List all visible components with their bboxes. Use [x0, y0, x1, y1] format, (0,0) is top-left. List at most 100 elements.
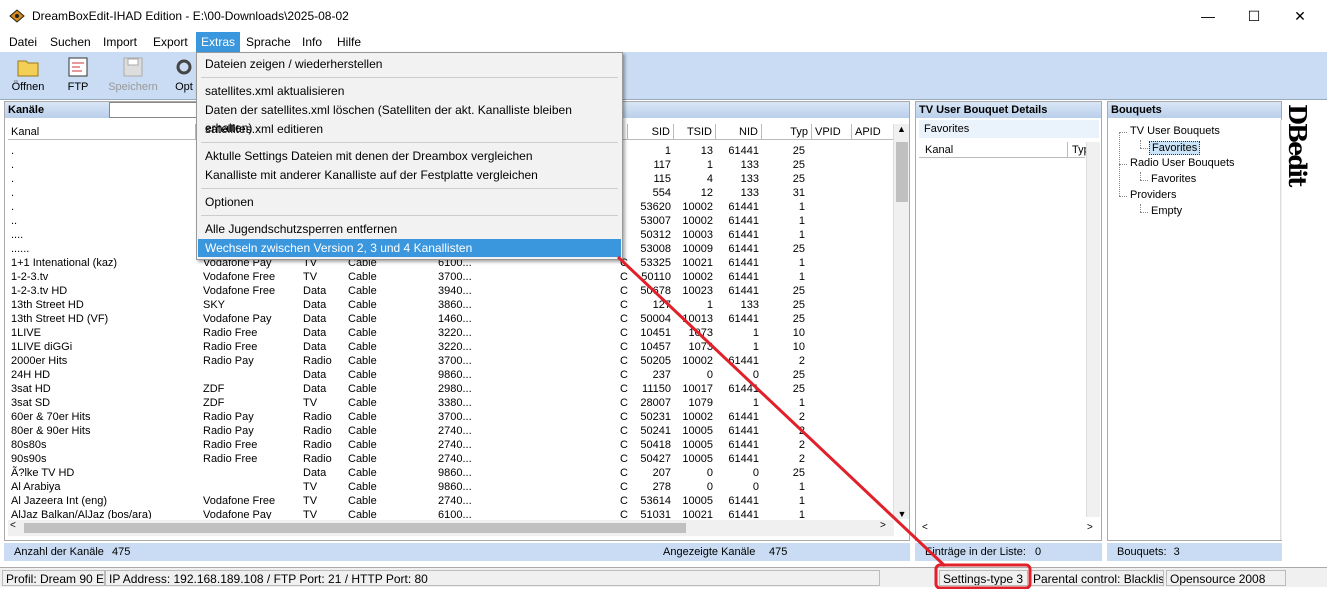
cell-typ: 2 — [798, 425, 805, 437]
menu-info[interactable]: Info — [297, 32, 327, 52]
cell-source: Cable — [348, 495, 377, 507]
menu-delete-satellites[interactable]: Daten der satellites.xml löschen (Satell… — [198, 101, 621, 135]
cell-source: Cable — [348, 271, 377, 283]
menu-remove-parental-locks[interactable]: Alle Jugendschutzsperren entfernen — [198, 220, 621, 238]
table-row[interactable]: 90s90s Radio Free Radio Cable 2740... C 50427 1… — [8, 452, 894, 466]
cell-kanal: 13th Street HD — [11, 299, 84, 311]
table-row[interactable]: 80er & 90er Hits Radio Pay Radio Cable 2740.… — [8, 424, 894, 438]
tree-tv-user-bouquets[interactable]: TV User Bouquets — [1130, 125, 1220, 137]
cell-sid: 28007 — [640, 397, 671, 409]
options-button[interactable]: Opt — [172, 54, 196, 98]
menu-options[interactable]: Optionen — [198, 193, 621, 211]
table-row[interactable]: 1LIVE Radio Free Data Cable 3220... C 10451 107… — [8, 326, 894, 340]
close-button[interactable]: ✕ — [1277, 0, 1323, 32]
cell-provider: Radio Pay — [203, 425, 254, 437]
cell-tsid: 1 — [706, 299, 713, 311]
menu-extras[interactable]: Extras — [196, 32, 241, 52]
dbedit-logo: DBedit — [1283, 104, 1312, 186]
table-row[interactable]: 1-2-3.tv HD Vodafone Free Data Cable 3940...… — [8, 284, 894, 298]
scroll-down-icon[interactable]: ▼ — [894, 509, 910, 519]
channel-search-input[interactable] — [109, 102, 201, 118]
channel-count: 475 — [112, 546, 131, 558]
cell-freq: 3220... — [438, 327, 472, 339]
tree-radio-favorites[interactable]: Favorites — [1151, 173, 1196, 185]
scroll-left-icon[interactable]: < — [10, 520, 16, 531]
cell-nid: 61441 — [728, 229, 759, 241]
table-row[interactable]: 1-2-3.tv Vodafone Free TV Cable 3700... C 5011… — [8, 270, 894, 284]
table-row[interactable]: 60er & 70er Hits Radio Pay Radio Cable 3700.… — [8, 410, 894, 424]
column-kanal[interactable]: Kanal — [8, 124, 196, 140]
cell-nid: 133 — [740, 173, 759, 185]
table-row[interactable]: Al Arabiya TV Cable 9860... C 278 0 0 1 — [8, 480, 894, 494]
cell-tsid: 1073 — [688, 341, 713, 353]
cell-type: Radio — [303, 453, 332, 465]
channel-vertical-scrollbar[interactable]: ▲ ▼ — [893, 124, 909, 519]
column-vpid[interactable]: VPID — [812, 124, 852, 140]
menu-compare-dreambox[interactable]: Aktulle Settings Dateien mit denen der D… — [198, 147, 621, 165]
bouquet-scroll-right-icon[interactable]: > — [1087, 522, 1093, 533]
bouquet-col-kanal[interactable]: Kanal — [925, 142, 953, 158]
table-row[interactable]: 13th Street HD (VF) Vodafone Pay Data Cable… — [8, 312, 894, 326]
scroll-up-icon[interactable]: ▲ — [894, 124, 909, 134]
menu-compare-disk[interactable]: Kanalliste mit anderer Kanalliste auf de… — [198, 166, 621, 184]
channel-horizontal-scrollbar[interactable]: < > — [8, 520, 894, 536]
table-row[interactable]: Ã?lke TV HD Data Cable 9860... C 207 0 0 25 — [8, 466, 894, 480]
menu-sprache[interactable]: Sprache — [241, 32, 296, 52]
column-tsid[interactable]: TSID — [674, 124, 716, 140]
cell-type: TV — [303, 481, 318, 493]
cell-tsid: 10003 — [682, 229, 713, 241]
cell-sid: 50205 — [640, 355, 671, 367]
menu-export[interactable]: Export — [148, 32, 193, 52]
table-row[interactable]: 3sat SD ZDF TV Cable 3380... C 28007 1079 1 1 — [8, 396, 894, 410]
cell-sid: 50312 — [640, 229, 671, 241]
column-nid[interactable]: NID — [716, 124, 762, 140]
menu-edit-satellites[interactable]: satellites.xml editieren — [198, 120, 621, 138]
scroll-thumb[interactable] — [896, 142, 908, 202]
hscroll-thumb[interactable] — [24, 523, 686, 533]
cell-nid: 61441 — [728, 383, 759, 395]
save-button[interactable]: Speichern — [105, 54, 161, 98]
minimize-button[interactable]: — — [1185, 0, 1231, 32]
table-row[interactable]: 24H HD Data Cable 9860... C 237 0 0 25 — [8, 368, 894, 382]
cell-type: Radio — [303, 439, 332, 451]
tree-providers[interactable]: Providers — [1130, 189, 1176, 201]
table-row[interactable]: 1LIVE diGGi Radio Free Data Cable 3220... C 10… — [8, 340, 894, 354]
cell-sid: 50241 — [640, 425, 671, 437]
folder-icon — [17, 60, 39, 77]
bouquet-scroll-left-icon[interactable]: < — [922, 522, 928, 533]
cell-source: Cable — [348, 439, 377, 451]
menu-hilfe[interactable]: Hilfe — [332, 32, 366, 52]
menu-suchen[interactable]: Suchen — [45, 32, 96, 52]
column-typ[interactable]: Typ — [762, 124, 812, 140]
table-row[interactable]: Al Jazeera Int (eng) Vodafone Free TV Cable… — [8, 494, 894, 508]
menu-show-files[interactable]: Dateien zeigen / wiederherstellen — [198, 55, 621, 73]
cell-sid: 50427 — [640, 453, 671, 465]
tree-tv-favorites[interactable]: Favorites — [1149, 141, 1201, 155]
tree-empty[interactable]: Empty — [1151, 205, 1182, 217]
menu-datei[interactable]: Datei — [4, 32, 42, 52]
status-opensource: Opensource 2008 — [1166, 570, 1286, 586]
bouquet-horizontal-scrollbar[interactable]: < > — [919, 522, 1099, 538]
open-button[interactable]: Öffnen — [6, 54, 50, 98]
table-row[interactable]: 80s80s Radio Free Radio Cable 2740... C 50418 1… — [8, 438, 894, 452]
cell-type: Data — [303, 341, 327, 353]
cell-typ: 10 — [792, 341, 805, 353]
menu-switch-version[interactable]: Wechseln zwischen Version 2, 3 und 4 Kan… — [198, 239, 621, 257]
menu-import[interactable]: Import — [98, 32, 142, 52]
tree-radio-user-bouquets[interactable]: Radio User Bouquets — [1130, 157, 1235, 169]
column-sid[interactable]: SID — [628, 124, 674, 140]
table-row[interactable]: AlJaz Balkan/AlJaz (bos/ara) Vodafone Pay… — [8, 508, 894, 519]
menu-update-satellites[interactable]: satellites.xml aktualisieren — [198, 82, 621, 100]
ftp-button[interactable]: FTP — [60, 54, 96, 98]
cell-sid: 278 — [652, 481, 671, 493]
scroll-right-icon[interactable]: > — [880, 520, 886, 531]
maximize-button[interactable]: ☐ — [1231, 0, 1277, 32]
table-row[interactable]: 3sat HD ZDF Data Cable 2980... C 11150 10017 614… — [8, 382, 894, 396]
cell-nid: 1 — [752, 327, 759, 339]
bouquet-vertical-scrollbar[interactable] — [1086, 142, 1100, 517]
cell-tsid: 10017 — [682, 383, 713, 395]
cell-kanal: . — [11, 159, 15, 171]
table-row[interactable]: 13th Street HD SKY Data Cable 3860... C 127 1 13… — [8, 298, 894, 312]
column-apid[interactable]: APID — [852, 124, 894, 140]
table-row[interactable]: 2000er Hits Radio Pay Radio Cable 3700... C 50… — [8, 354, 894, 368]
